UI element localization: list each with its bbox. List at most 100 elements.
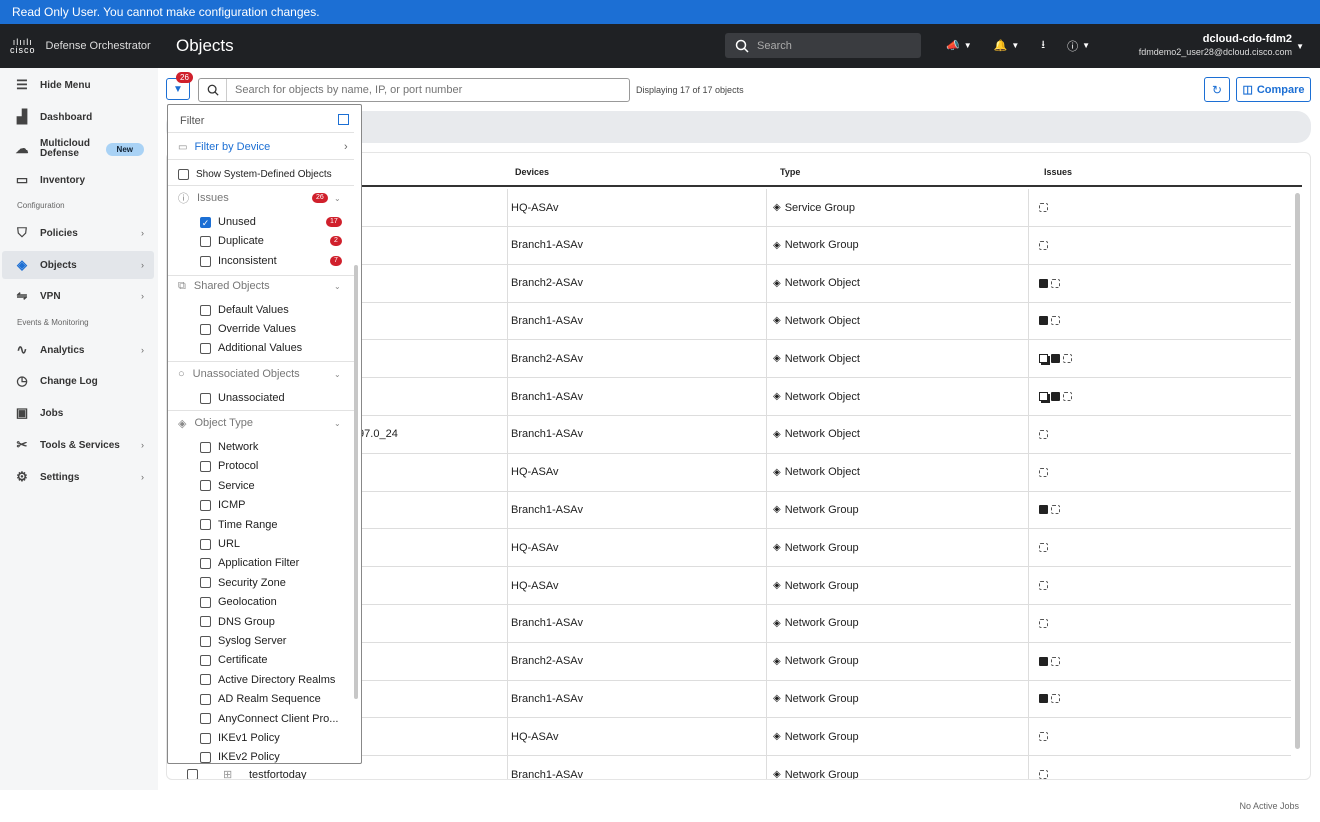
sidebar-item-multicloud[interactable]: ☁ Multicloud Defense New — [2, 135, 154, 163]
issue-dash-icon[interactable] — [1039, 770, 1048, 779]
object-type-checkbox[interactable]: IKEv1 Policy — [168, 731, 354, 745]
checkbox[interactable] — [200, 674, 211, 686]
additional-values-checkbox[interactable]: Additional Values — [168, 341, 354, 355]
checkbox[interactable] — [200, 693, 211, 705]
checkbox[interactable] — [200, 323, 211, 335]
issue-dash-icon[interactable] — [1051, 656, 1060, 666]
object-type-checkbox[interactable]: Syslog Server — [168, 634, 354, 648]
checkbox[interactable] — [178, 168, 189, 180]
issue-dash-icon[interactable] — [1051, 278, 1060, 288]
object-type-section-header[interactable]: ◈ Object Type ⌄ — [168, 416, 354, 430]
checkbox[interactable] — [200, 460, 211, 472]
object-type-checkbox[interactable]: URL — [168, 537, 354, 551]
shared-objects-section-header[interactable]: ⧉ Shared Objects ⌄ — [168, 279, 354, 293]
sidebar-item-settings[interactable]: ⚙ Settings › — [2, 463, 154, 491]
object-type-checkbox[interactable]: Network — [168, 440, 354, 454]
default-values-checkbox[interactable]: Default Values — [168, 303, 354, 317]
object-type-checkbox[interactable]: IKEv2 Policy — [168, 750, 354, 763]
sidebar-item-hide-menu[interactable]: ☰ Hide Menu — [2, 71, 154, 99]
filter-scrollbar[interactable] — [354, 265, 358, 699]
unassociated-checkbox[interactable]: Unassociated — [168, 391, 354, 405]
issue-solid-icon[interactable] — [1039, 316, 1048, 326]
unassociated-section-header[interactable]: ○ Unassociated Objects ⌄ — [168, 367, 354, 381]
issue-dbl-icon[interactable] — [1039, 392, 1048, 401]
logo[interactable]: ılıılı cisco Defense Orchestrator — [10, 38, 151, 55]
checkbox-checked[interactable]: ✓ — [200, 216, 211, 228]
issue-solid-icon[interactable] — [1039, 694, 1048, 704]
issue-dash-icon[interactable] — [1051, 505, 1060, 515]
issue-dash-icon[interactable] — [1039, 467, 1048, 477]
download-button[interactable]: ⭳ — [1041, 36, 1045, 55]
global-search[interactable]: Search — [725, 33, 921, 58]
override-values-checkbox[interactable]: Override Values — [168, 322, 354, 336]
issue-dash-icon[interactable] — [1039, 543, 1048, 553]
sidebar-item-change-log[interactable]: ◷ Change Log — [2, 367, 154, 395]
object-type-checkbox[interactable]: Security Zone — [168, 576, 354, 590]
checkbox[interactable] — [200, 235, 211, 247]
user-menu[interactable]: dcloud-cdo-fdm2 fdmdemo2_user28@dcloud.c… — [1139, 33, 1292, 57]
issue-dash-icon[interactable] — [1039, 618, 1048, 628]
checkbox[interactable] — [200, 480, 211, 492]
object-type-checkbox[interactable]: DNS Group — [168, 615, 354, 629]
sidebar-item-jobs[interactable]: ▣ Jobs — [2, 399, 154, 427]
checkbox[interactable] — [200, 557, 211, 569]
issue-dash-icon[interactable] — [1063, 392, 1072, 401]
issue-solid-icon[interactable] — [1039, 278, 1048, 288]
column-header-type[interactable]: Type — [780, 167, 800, 177]
megaphone-menu[interactable]: 📣 ▼ — [946, 36, 972, 55]
sidebar-item-inventory[interactable]: ▭ Inventory — [2, 166, 154, 194]
issues-section-header[interactable]: ⓘ Issues 26 ⌄ — [168, 191, 354, 205]
sidebar-item-tools[interactable]: ✂ Tools & Services › — [2, 431, 154, 459]
unused-checkbox[interactable]: ✓ Unused 17 — [168, 215, 354, 229]
compare-button[interactable]: ◫ Compare — [1236, 77, 1311, 102]
table-scrollbar[interactable] — [1295, 193, 1300, 749]
issue-solid-icon[interactable] — [1051, 354, 1060, 364]
checkbox[interactable] — [200, 441, 211, 453]
checkbox[interactable] — [200, 577, 211, 589]
object-type-checkbox[interactable]: AnyConnect Client Pro... — [168, 712, 354, 726]
refresh-button[interactable]: ↻ — [1204, 77, 1230, 102]
checkbox[interactable] — [200, 713, 211, 725]
checkbox[interactable] — [200, 616, 211, 628]
issue-dash-icon[interactable] — [1039, 203, 1048, 212]
issue-dash-icon[interactable] — [1039, 429, 1048, 439]
sidebar-item-dashboard[interactable]: ▟ Dashboard — [2, 103, 154, 131]
issue-dash-icon[interactable] — [1063, 354, 1072, 364]
issue-dash-icon[interactable] — [1051, 316, 1060, 326]
checkbox[interactable] — [200, 654, 211, 666]
checkbox[interactable] — [200, 751, 211, 763]
sidebar-item-analytics[interactable]: ∿ Analytics › — [2, 336, 154, 364]
chevron-down-icon[interactable]: ▼ — [1296, 42, 1304, 51]
column-header-issues[interactable]: Issues — [1044, 167, 1072, 177]
checkbox[interactable] — [200, 304, 211, 316]
issue-dbl-icon[interactable] — [1039, 354, 1048, 364]
sidebar-item-policies[interactable]: ⛉ Policies › — [2, 219, 154, 247]
issue-solid-icon[interactable] — [1039, 505, 1048, 515]
issue-dash-icon[interactable] — [1039, 732, 1048, 742]
object-type-checkbox[interactable]: Certificate — [168, 653, 354, 667]
column-header-devices[interactable]: Devices — [515, 167, 549, 177]
help-menu[interactable]: ⓘ ▼ — [1067, 36, 1090, 55]
issue-dash-icon[interactable] — [1039, 240, 1048, 250]
checkbox[interactable] — [200, 499, 211, 511]
checkbox[interactable] — [200, 255, 211, 267]
checkbox[interactable] — [200, 392, 211, 404]
checkbox[interactable] — [200, 342, 211, 354]
object-type-checkbox[interactable]: Time Range — [168, 518, 354, 532]
issue-dash-icon[interactable] — [1051, 694, 1060, 704]
checkbox[interactable] — [200, 732, 211, 744]
inconsistent-checkbox[interactable]: Inconsistent 7 — [168, 254, 354, 268]
object-search-input[interactable] — [227, 84, 617, 96]
object-type-checkbox[interactable]: Geolocation — [168, 595, 354, 609]
checkbox[interactable] — [200, 538, 211, 550]
notifications-menu[interactable]: 🔔 ▼ — [994, 36, 1020, 55]
issue-solid-icon[interactable] — [1051, 392, 1060, 401]
object-type-checkbox[interactable]: Application Filter — [168, 556, 354, 570]
collapse-panel-icon[interactable] — [338, 114, 349, 125]
object-type-checkbox[interactable]: Active Directory Realms — [168, 673, 354, 687]
show-system-defined-checkbox[interactable]: Show System-Defined Objects — [168, 167, 354, 181]
sidebar-item-objects[interactable]: ◈ Objects › — [2, 251, 154, 279]
object-type-checkbox[interactable]: Protocol — [168, 459, 354, 473]
issue-dash-icon[interactable] — [1039, 581, 1048, 590]
sidebar-item-vpn[interactable]: ⇋ VPN › — [2, 282, 154, 310]
